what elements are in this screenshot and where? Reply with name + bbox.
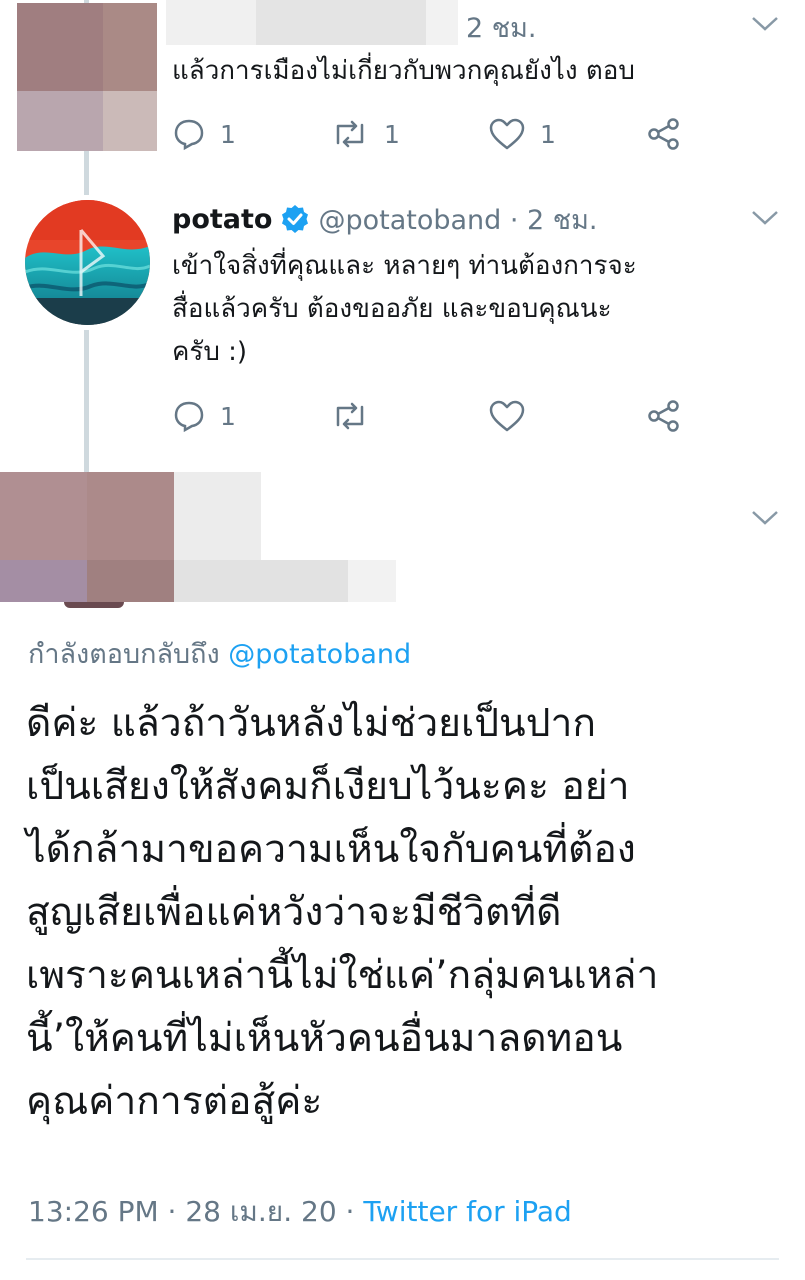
mention-link[interactable]: @potatoband — [228, 639, 411, 670]
retweet-count: 1 — [384, 119, 400, 149]
tweet-text: แล้วการเมืองไม่เกี่ยวกับพวกคุณยังไง ตอบ — [172, 56, 635, 86]
tweet-source-link[interactable]: Twitter for iPad — [363, 1195, 571, 1228]
tweet-timestamp[interactable]: 13:26 PM · 28 เม.ย. 20 · — [28, 1195, 363, 1228]
main-tweet-line: นี้’ให้คนที่ไม่เห็นหัวคนอื่นมาลดทอน — [26, 1016, 623, 1061]
share-icon — [648, 118, 679, 150]
heart-icon — [489, 400, 525, 432]
divider — [26, 1258, 779, 1260]
verified-badge-icon — [282, 205, 309, 233]
author-row: potato @potatoband · 2 ชม. — [172, 196, 598, 242]
main-tweet-line: สูญเสียเพื่อแค่หวังว่าจะมีชีวิตที่ดี — [26, 890, 562, 935]
main-tweet-line: คุณค่าการต่อสู้ค่ะ — [26, 1079, 323, 1124]
reply-count: 1 — [220, 119, 236, 149]
tweet-actions: 1 — [172, 394, 712, 438]
like-button[interactable] — [488, 394, 526, 438]
chevron-down-icon[interactable] — [750, 14, 780, 34]
tweet-meta: 13:26 PM · 28 เม.ย. 20 · Twitter for iPa… — [28, 1190, 572, 1234]
main-tweet-text: ดีค่ะ แล้วถ้าวันหลังไม่ช่วยเป็นปาก เป็นเ… — [26, 692, 786, 1133]
retweet-icon — [336, 402, 364, 430]
like-button[interactable]: 1 — [488, 112, 556, 156]
main-tweet-line: ดีค่ะ แล้วถ้าวันหลังไม่ช่วยเป็นปาก — [26, 701, 596, 746]
retweet-button[interactable] — [330, 394, 370, 438]
reply-count: 1 — [220, 401, 236, 431]
reply-icon — [174, 401, 204, 433]
reply-button[interactable]: 1 — [172, 394, 236, 438]
main-tweet-line: ได้กล้ามาขอความเห็นใจกับคนที่ต้อง — [26, 827, 636, 872]
share-icon — [648, 400, 679, 432]
chevron-down-icon[interactable] — [750, 208, 780, 228]
share-button[interactable] — [646, 394, 682, 438]
retweet-button[interactable]: 1 — [330, 112, 400, 156]
reply-icon — [174, 119, 204, 151]
retweet-icon — [336, 120, 364, 148]
replying-to: กำลังตอบกลับถึง @potatoband — [28, 632, 411, 675]
tweet-time: 2 ชม. — [466, 13, 537, 44]
like-count: 1 — [540, 119, 556, 149]
reply-button[interactable]: 1 — [172, 112, 236, 156]
thread-line-middle — [84, 330, 89, 472]
main-tweet-line: เพราะคนเหล่านี้ไม่ใช่แค่’กลุ่มคนเหล่า — [26, 953, 659, 998]
display-name[interactable]: potato — [172, 204, 272, 235]
tweet-text-line-2: สื่อแล้วครับ ต้องขออภัย และขอบคุณนะ — [172, 294, 612, 324]
main-tweet-line: เป็นเสียงให้สังคมก็เงียบไว้นะคะ อย่า — [26, 764, 630, 809]
replying-to-label: กำลังตอบกลับถึง — [28, 639, 220, 670]
share-button[interactable] — [646, 112, 682, 156]
tweet-actions: 1 1 1 — [172, 112, 712, 156]
heart-icon — [489, 118, 525, 150]
avatar[interactable] — [25, 200, 150, 325]
handle-and-time: @potatoband · 2 ชม. — [318, 204, 598, 236]
tweet-text-line-1: เข้าใจสิ่งที่คุณและ หลายๆ ท่านต้องการจะ — [172, 251, 637, 281]
tweet-text-line-3: ครับ :) — [172, 337, 248, 367]
chevron-down-icon[interactable] — [750, 508, 780, 528]
